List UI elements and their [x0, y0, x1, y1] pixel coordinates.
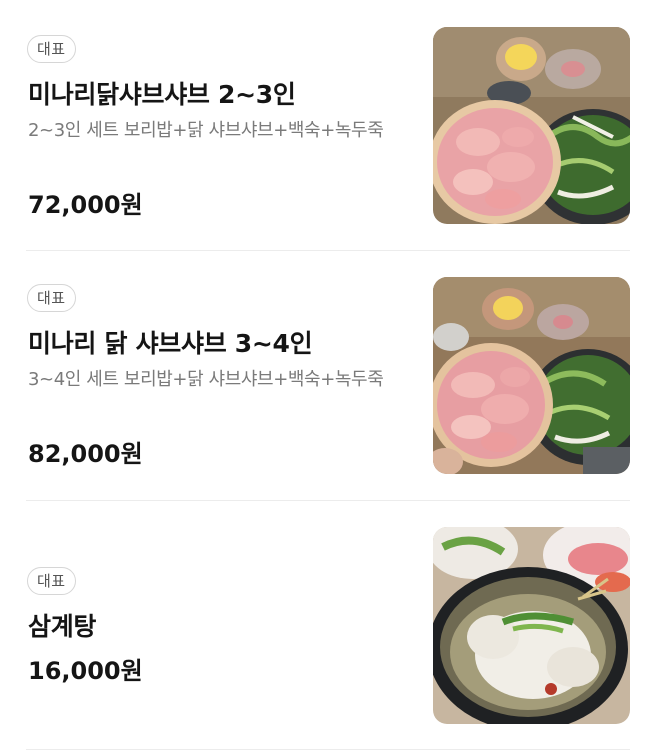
menu-item-price: 82,000원: [28, 440, 143, 468]
chicken-shabu-photo: [433, 27, 630, 224]
signature-badge: 대표: [27, 567, 76, 595]
menu-item-title: 삼계탕: [28, 612, 97, 641]
menu-item[interactable]: 대표 삼계탕 16,000원: [0, 500, 656, 750]
menu-item[interactable]: 대표 미나리닭샤브샤브 2~3인 2~3인 세트 보리밥+닭 샤브샤브+백숙+녹…: [0, 0, 656, 251]
menu-item-photo[interactable]: [433, 27, 630, 224]
menu-item-description: 2~3인 세트 보리밥+닭 샤브샤브+백숙+녹두죽: [28, 120, 384, 141]
menu-item[interactable]: 대표 미나리 닭 샤브샤브 3~4인 3~4인 세트 보리밥+닭 샤브샤브+백숙…: [0, 250, 656, 501]
signature-badge: 대표: [27, 284, 76, 312]
menu-item-photo[interactable]: [433, 277, 630, 474]
menu-item-photo[interactable]: [433, 527, 630, 724]
menu-item-price: 72,000원: [28, 191, 143, 219]
menu-item-description: 3~4인 세트 보리밥+닭 샤브샤브+백숙+녹두죽: [28, 369, 384, 390]
chicken-shabu-photo: [433, 277, 630, 474]
menu-item-title: 미나리 닭 샤브샤브 3~4인: [28, 329, 313, 358]
samgyetang-photo: [433, 527, 630, 724]
signature-badge: 대표: [27, 35, 76, 63]
menu-item-title: 미나리닭샤브샤브 2~3인: [28, 80, 296, 109]
menu-item-price: 16,000원: [28, 657, 143, 685]
menu-list: 대표 미나리닭샤브샤브 2~3인 2~3인 세트 보리밥+닭 샤브샤브+백숙+녹…: [0, 0, 656, 750]
